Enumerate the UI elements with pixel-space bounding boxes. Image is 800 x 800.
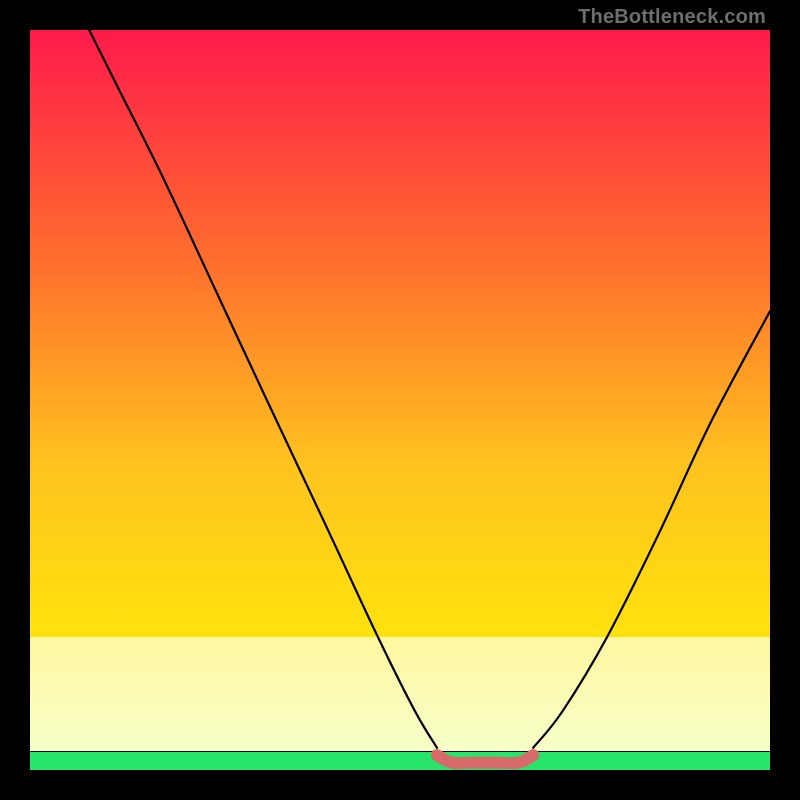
green-band (30, 752, 770, 771)
heat-gradient (30, 30, 770, 666)
pale-yellow-band (30, 637, 770, 752)
plot-area (30, 30, 770, 770)
watermark-text: TheBottleneck.com (578, 6, 766, 29)
chart-stage: TheBottleneck.com (0, 0, 800, 800)
